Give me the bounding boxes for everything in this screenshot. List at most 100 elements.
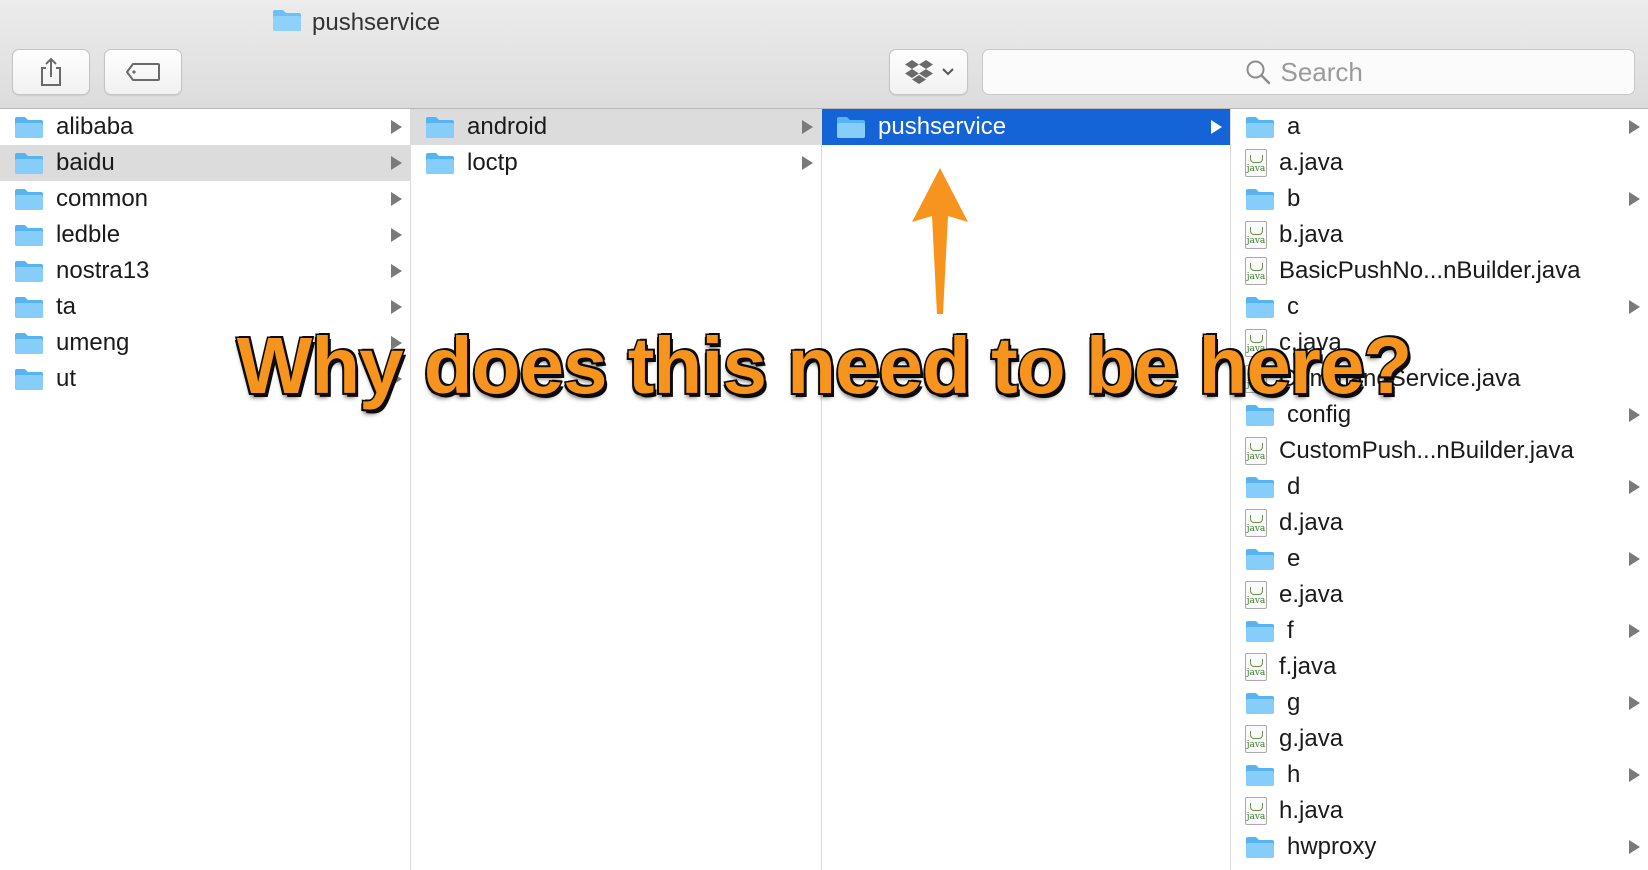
item-name: android — [467, 113, 548, 140]
list-item[interactable]: java d.java — [1231, 505, 1648, 541]
list-item[interactable]: h — [1231, 757, 1648, 793]
list-item[interactable]: java BasicPushNo...nBuilder.java — [1231, 253, 1648, 289]
list-item[interactable]: java b.java — [1231, 217, 1648, 253]
disclosure-arrow-icon — [1629, 192, 1640, 206]
item-name: loctp — [467, 149, 518, 176]
folder-icon — [425, 115, 455, 139]
list-item[interactable]: d — [1231, 469, 1648, 505]
window-title-text: pushservice — [312, 9, 441, 36]
item-name: h — [1287, 761, 1301, 788]
list-item[interactable]: nostra13 — [0, 253, 410, 289]
list-item[interactable]: baidu — [0, 145, 410, 181]
java-file-icon: java — [1245, 725, 1267, 753]
item-name: ledble — [56, 221, 121, 248]
search-input[interactable] — [1280, 56, 1373, 88]
window-title: pushservice — [272, 8, 440, 38]
list-item[interactable]: ledble — [0, 217, 410, 253]
folder-icon — [1245, 187, 1275, 211]
list-item[interactable]: java CustomPush...nBuilder.java — [1231, 433, 1648, 469]
list-item[interactable]: loctp — [411, 145, 821, 181]
item-name: hwproxy — [1287, 833, 1377, 860]
column-browser: alibaba baidu common ledble nostra13 ta umeng u… — [0, 109, 1648, 870]
disclosure-arrow-icon — [391, 120, 402, 134]
share-button[interactable] — [12, 49, 90, 95]
item-name: d.java — [1279, 509, 1344, 536]
folder-icon — [14, 295, 44, 319]
java-file-icon: java — [1245, 653, 1267, 681]
dropbox-button[interactable] — [889, 49, 968, 95]
disclosure-arrow-icon — [1629, 768, 1640, 782]
item-name: b — [1287, 185, 1301, 212]
java-file-icon: java — [1245, 437, 1267, 465]
folder-icon — [14, 187, 44, 211]
list-item[interactable]: java g.java — [1231, 721, 1648, 757]
chevron-down-icon — [941, 68, 954, 76]
item-name: pushservice — [878, 113, 1007, 140]
disclosure-arrow-icon — [802, 120, 813, 134]
disclosure-arrow-icon — [1629, 696, 1640, 710]
java-file-icon: java — [1245, 509, 1267, 537]
java-file-icon: java — [1245, 797, 1267, 825]
disclosure-arrow-icon — [802, 156, 813, 170]
folder-icon — [836, 115, 866, 139]
folder-icon — [1245, 691, 1275, 715]
tag-button[interactable] — [104, 49, 182, 95]
disclosure-arrow-icon — [391, 300, 402, 314]
disclosure-arrow-icon — [1211, 120, 1222, 134]
item-name: g.java — [1279, 725, 1344, 752]
java-file-icon: java — [1245, 221, 1267, 249]
disclosure-arrow-icon — [1629, 552, 1640, 566]
list-item[interactable]: g — [1231, 685, 1648, 721]
list-item[interactable]: java a.java — [1231, 145, 1648, 181]
folder-icon — [1245, 835, 1275, 859]
item-name: d — [1287, 473, 1301, 500]
search-field[interactable] — [982, 49, 1635, 95]
item-name: e.java — [1279, 581, 1344, 608]
folder-icon — [1245, 619, 1275, 643]
column-1: alibaba baidu common ledble nostra13 ta umeng u… — [0, 109, 411, 870]
disclosure-arrow-icon — [1629, 840, 1640, 854]
folder-icon — [14, 259, 44, 283]
item-name: h.java — [1279, 797, 1344, 824]
disclosure-arrow-icon — [391, 264, 402, 278]
item-name: b.java — [1279, 221, 1344, 248]
list-item[interactable]: pushservice — [822, 109, 1230, 145]
list-item[interactable]: e — [1231, 541, 1648, 577]
annotation-text: Why does this need to be here? — [235, 320, 1414, 412]
item-name: g — [1287, 689, 1301, 716]
item-name: BasicPushNo...nBuilder.java — [1279, 257, 1581, 284]
folder-icon — [1245, 295, 1275, 319]
disclosure-arrow-icon — [1629, 300, 1640, 314]
list-item[interactable]: java f.java — [1231, 649, 1648, 685]
share-icon — [41, 57, 61, 86]
column-4: a java a.java b java b.java java BasicPushNo...… — [1231, 109, 1648, 870]
item-name: f — [1287, 617, 1294, 644]
java-file-icon: java — [1245, 149, 1267, 177]
folder-icon — [14, 115, 44, 139]
tag-icon — [126, 63, 160, 81]
disclosure-arrow-icon — [1629, 624, 1640, 638]
column-2: android loctp — [411, 109, 822, 870]
folder-icon — [14, 151, 44, 175]
list-item[interactable]: java h.java — [1231, 793, 1648, 829]
folder-icon — [1245, 475, 1275, 499]
disclosure-arrow-icon — [1629, 120, 1640, 134]
list-item[interactable]: f — [1231, 613, 1648, 649]
list-item[interactable]: b — [1231, 181, 1648, 217]
java-file-icon: java — [1245, 257, 1267, 285]
disclosure-arrow-icon — [391, 192, 402, 206]
list-item[interactable]: android — [411, 109, 821, 145]
list-item[interactable]: java e.java — [1231, 577, 1648, 613]
list-item[interactable]: hwproxy — [1231, 829, 1648, 865]
arrow-up-icon — [912, 168, 968, 314]
folder-icon — [1245, 547, 1275, 571]
list-item[interactable]: common — [0, 181, 410, 217]
item-name: ta — [56, 293, 77, 320]
list-item[interactable]: alibaba — [0, 109, 410, 145]
list-item[interactable]: a — [1231, 109, 1648, 145]
column-3: pushservice — [822, 109, 1231, 870]
item-name: f.java — [1279, 653, 1337, 680]
item-name: common — [56, 185, 149, 212]
item-name: baidu — [56, 149, 115, 176]
dropbox-icon — [904, 60, 933, 84]
